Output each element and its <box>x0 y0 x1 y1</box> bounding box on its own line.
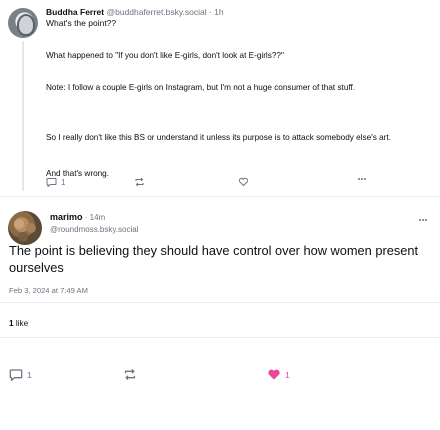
heart-icon <box>268 369 280 380</box>
parent-post-subtitle: What's the point?? <box>46 18 117 28</box>
main-post-time[interactable]: 14m <box>90 213 106 222</box>
heart-icon <box>238 177 249 187</box>
ellipsis-icon <box>419 219 427 221</box>
likes-summary[interactable]: 1 like <box>9 319 28 328</box>
main-post-date: Feb 3, 2024 at 7:49 AM <box>9 286 88 295</box>
repost-icon <box>135 177 144 187</box>
divider <box>0 302 440 303</box>
parent-more-button[interactable] <box>357 177 367 181</box>
parent-reply-count: 1 <box>61 177 66 187</box>
main-like-button[interactable]: 1 <box>267 368 290 381</box>
likes-count: 1 <box>9 319 14 328</box>
main-reply-count: 1 <box>27 369 32 380</box>
parent-repost-button[interactable] <box>134 177 145 187</box>
main-like-count: 1 <box>285 369 290 380</box>
parent-reply-button[interactable]: 1 <box>46 177 65 187</box>
parent-author-name[interactable]: Buddha Ferret <box>46 7 104 17</box>
thread-line <box>22 41 24 191</box>
parent-like-button[interactable] <box>238 177 249 187</box>
main-more-button[interactable] <box>418 214 428 225</box>
main-reply-button[interactable]: 1 <box>9 368 32 381</box>
parent-actions: 1 <box>46 177 406 191</box>
main-time-separator: · <box>82 213 90 222</box>
main-repost-button[interactable] <box>123 368 137 381</box>
ellipsis-icon <box>358 178 366 180</box>
main-author-line: marimo · 14m <box>50 212 105 222</box>
speech-bubble-icon <box>46 178 57 187</box>
speech-bubble-icon <box>9 369 23 381</box>
parent-paragraph: So I really don't like this BS or unders… <box>46 133 391 142</box>
likes-label: like <box>15 319 29 328</box>
parent-post[interactable]: Buddha Ferret @buddhaferret.bsky.social … <box>0 0 440 192</box>
parent-paragraph: What happened to "If you don't like E-gi… <box>46 51 284 60</box>
parent-post-time[interactable]: 1h <box>214 7 223 17</box>
main-author-name[interactable]: marimo <box>50 212 83 222</box>
parent-post-header: Buddha Ferret @buddhaferret.bsky.social … <box>46 7 224 18</box>
repost-icon <box>124 368 136 381</box>
parent-paragraph: Note: I follow a couple E-girls on Insta… <box>46 83 356 92</box>
main-avatar[interactable] <box>8 211 42 245</box>
divider <box>0 337 440 338</box>
main-post-text: The point is believing they should have … <box>9 243 419 275</box>
main-author-handle[interactable]: @roundmoss.bsky.social <box>50 225 138 234</box>
parent-author-handle[interactable]: @buddhaferret.bsky.social <box>106 7 206 17</box>
divider <box>0 196 440 197</box>
main-actions: 1 1 <box>9 368 429 384</box>
parent-avatar[interactable] <box>8 8 38 38</box>
